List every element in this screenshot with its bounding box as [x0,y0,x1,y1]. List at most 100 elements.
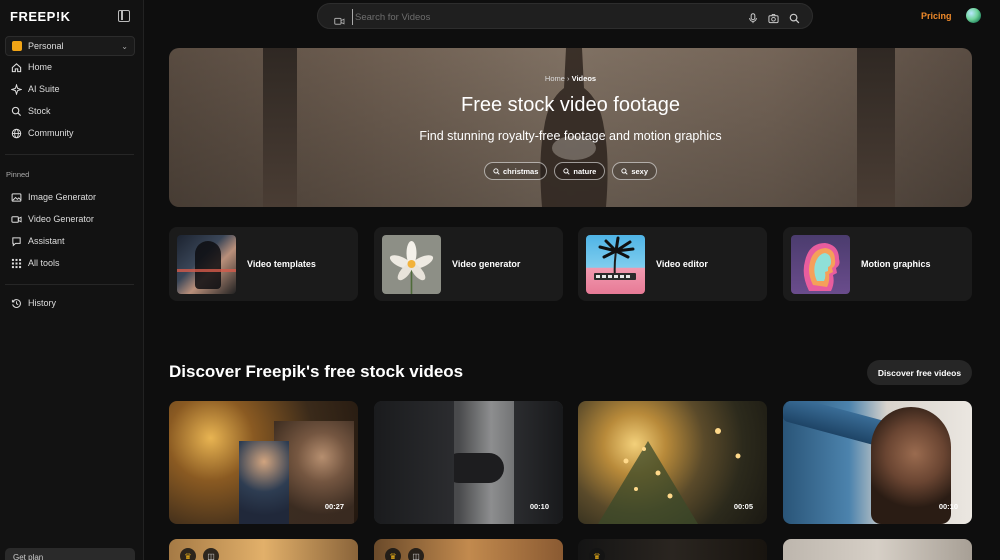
sidebar-item-label: All tools [28,258,60,268]
grid-icon [10,257,22,269]
video-duration: 00:27 [324,502,344,511]
video-card[interactable]: 00:27 [169,401,358,524]
search-icon [563,167,571,175]
sidebar-item-label: Assistant [28,236,65,246]
suggestion-chips: christmas nature sexy [169,162,972,180]
video-card[interactable]: ♛ ◫ [374,539,563,560]
video-card[interactable]: 00:10 [783,401,972,524]
microphone-icon[interactable] [748,11,758,29]
video-card[interactable]: 00:10 [374,401,563,524]
search-icon [493,167,500,175]
chip-nature[interactable]: nature [554,162,606,180]
camera-icon[interactable] [768,11,779,29]
discover-free-videos-button[interactable]: Discover free videos [867,360,972,385]
chip-christmas[interactable]: christmas [483,162,548,180]
sidebar-item-image-generator[interactable]: Image Generator [0,186,144,208]
hero-background-pillar [857,48,895,207]
breadcrumb-home[interactable]: Home [545,74,565,83]
sparkle-icon [10,83,22,95]
sidebar: FREEP!K Personal ⌄ Home AI Suite Stock C… [0,0,144,560]
hero-background-pillar [263,48,297,207]
workspace-label: Personal [28,41,64,51]
video-duration: 00:05 [733,502,753,511]
pricing-link[interactable]: Pricing [921,11,952,21]
video-duration: 00:10 [938,502,958,511]
sidebar-item-label: Home [28,62,53,72]
globe-icon [10,127,22,139]
video-thumbnail-subject [374,401,454,524]
chat-icon [10,235,22,247]
tool-label: Motion graphics [861,259,931,269]
sidebar-item-ai-suite[interactable]: AI Suite [0,78,144,100]
video-card[interactable] [783,539,972,560]
page-subtitle: Find stunning royalty-free footage and m… [419,129,722,143]
page-title: Free stock video footage [460,94,680,116]
sidebar-item-stock[interactable]: Stock [0,100,144,122]
tool-card-video-templates[interactable]: Video templates [169,227,358,301]
tool-label: Video editor [656,259,708,269]
breadcrumb-current: Videos [571,74,597,83]
ai-badge-icon: ◫ [408,548,424,560]
sidebar-item-community[interactable]: Community [0,122,144,144]
pinned-section-label: Pinned [6,170,30,179]
tool-card-video-generator[interactable]: Video generator [374,227,563,301]
video-card[interactable]: ♛ ◫ [169,539,358,560]
search-icon [621,167,628,175]
history-icon [10,297,22,309]
video-icon [334,13,345,31]
tool-thumbnail [586,234,645,294]
sidebar-item-label: Community [28,128,74,138]
ai-badge-icon: ◫ [203,548,219,560]
video-icon [10,213,22,225]
sidebar-item-history[interactable]: History [0,292,144,314]
video-card[interactable]: 00:05 [578,401,767,524]
sidebar-item-all-tools[interactable]: All tools [0,252,144,274]
sidebar-item-home[interactable]: Home [0,56,144,78]
sidebar-item-video-generator[interactable]: Video Generator [0,208,144,230]
sidebar-item-label: Image Generator [28,192,97,202]
tool-thumbnail [177,234,236,294]
crown-icon: ♛ [385,548,401,560]
crown-icon: ♛ [589,548,605,560]
video-duration: 00:10 [529,502,549,511]
crown-icon: ♛ [180,548,196,560]
collapse-sidebar-icon[interactable] [118,10,130,22]
chevron-down-icon: ⌄ [121,41,128,51]
workspace-icon [12,41,22,51]
sidebar-item-label: Stock [28,106,51,116]
tool-card-video-editor[interactable]: Video editor [578,227,767,301]
image-icon [10,191,22,203]
sidebar-item-label: History [28,298,57,308]
home-icon [10,61,22,73]
search-input[interactable] [352,9,712,25]
sidebar-item-assistant[interactable]: Assistant [0,230,144,252]
hero-figure-silhouette [540,48,608,207]
sidebar-main-nav: Home AI Suite Stock Community [0,56,144,144]
get-plan-button[interactable]: Get plan [5,548,135,560]
avatar[interactable] [966,8,981,23]
section-title: Discover Freepik's free stock videos [169,362,464,381]
chip-label: christmas [502,166,539,176]
tool-thumbnail [791,234,850,294]
search-icon[interactable] [789,11,800,29]
logo[interactable]: FREEP!K [10,9,71,24]
tool-label: Video generator [452,259,521,269]
palm-tree-illustration [594,236,636,280]
tool-card-motion-graphics[interactable]: Motion graphics [783,227,972,301]
workspace-selector[interactable]: Personal ⌄ [5,36,135,56]
sidebar-item-label: Video Generator [28,214,94,224]
search-icon [10,105,22,117]
chip-label: nature [573,166,597,176]
video-card[interactable]: ♛ [578,539,767,560]
sidebar-item-label: AI Suite [28,84,60,94]
app-root: FREEP!K Personal ⌄ Home AI Suite Stock C… [0,0,1000,560]
tool-thumbnail [382,234,441,294]
sidebar-pinned-nav: Image Generator Video Generator Assistan… [0,186,144,274]
tool-label: Video templates [247,259,316,269]
sidebar-divider [5,154,134,155]
flower-illustration [389,240,434,294]
hero-banner: Home › Videos Free stock video footage F… [169,48,972,207]
breadcrumb: Home › Videos [169,74,972,83]
chip-sexy[interactable]: sexy [612,162,658,180]
motion-face-illustration [803,242,840,291]
